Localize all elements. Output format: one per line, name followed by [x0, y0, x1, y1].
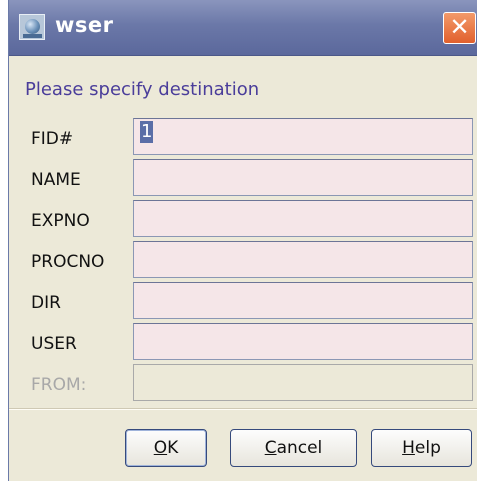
help-mnemonic: H — [402, 438, 415, 458]
fid-field[interactable]: 1 — [133, 118, 473, 155]
dialog-subtitle: Please specify destination — [25, 79, 260, 100]
dir-field[interactable] — [133, 282, 473, 319]
label-expno: EXPNO — [31, 211, 90, 231]
name-field[interactable] — [133, 159, 473, 196]
expno-field[interactable] — [133, 200, 473, 237]
app-icon — [19, 14, 45, 40]
ok-button[interactable]: OK — [125, 429, 207, 467]
fid-value: 1 — [140, 121, 154, 143]
user-field[interactable] — [133, 323, 473, 360]
window-title: wser — [55, 13, 114, 37]
procno-field[interactable] — [133, 241, 473, 278]
from-field — [133, 364, 473, 401]
drop-icon — [25, 19, 40, 34]
label-procno: PROCNO — [31, 252, 105, 272]
label-user: USER — [31, 334, 77, 354]
label-name: NAME — [31, 170, 81, 190]
ok-label-rest: K — [167, 438, 179, 458]
ok-mnemonic: O — [153, 438, 168, 458]
label-fid: FID# — [31, 129, 74, 149]
label-dir: DIR — [31, 293, 61, 313]
title-bar[interactable]: wser ✕ — [9, 0, 477, 56]
help-button[interactable]: Help — [371, 429, 472, 467]
cancel-label-rest: ancel — [276, 438, 323, 458]
cancel-button[interactable]: Cancel — [230, 429, 357, 467]
wser-dialog: wser ✕ Please specify destination FID# 1… — [8, 0, 477, 481]
close-button[interactable]: ✕ — [443, 12, 476, 44]
cancel-mnemonic: C — [264, 438, 277, 458]
button-separator — [9, 408, 477, 410]
label-from: FROM: — [31, 375, 87, 395]
help-label-rest: elp — [414, 438, 441, 458]
close-icon: ✕ — [449, 13, 470, 41]
